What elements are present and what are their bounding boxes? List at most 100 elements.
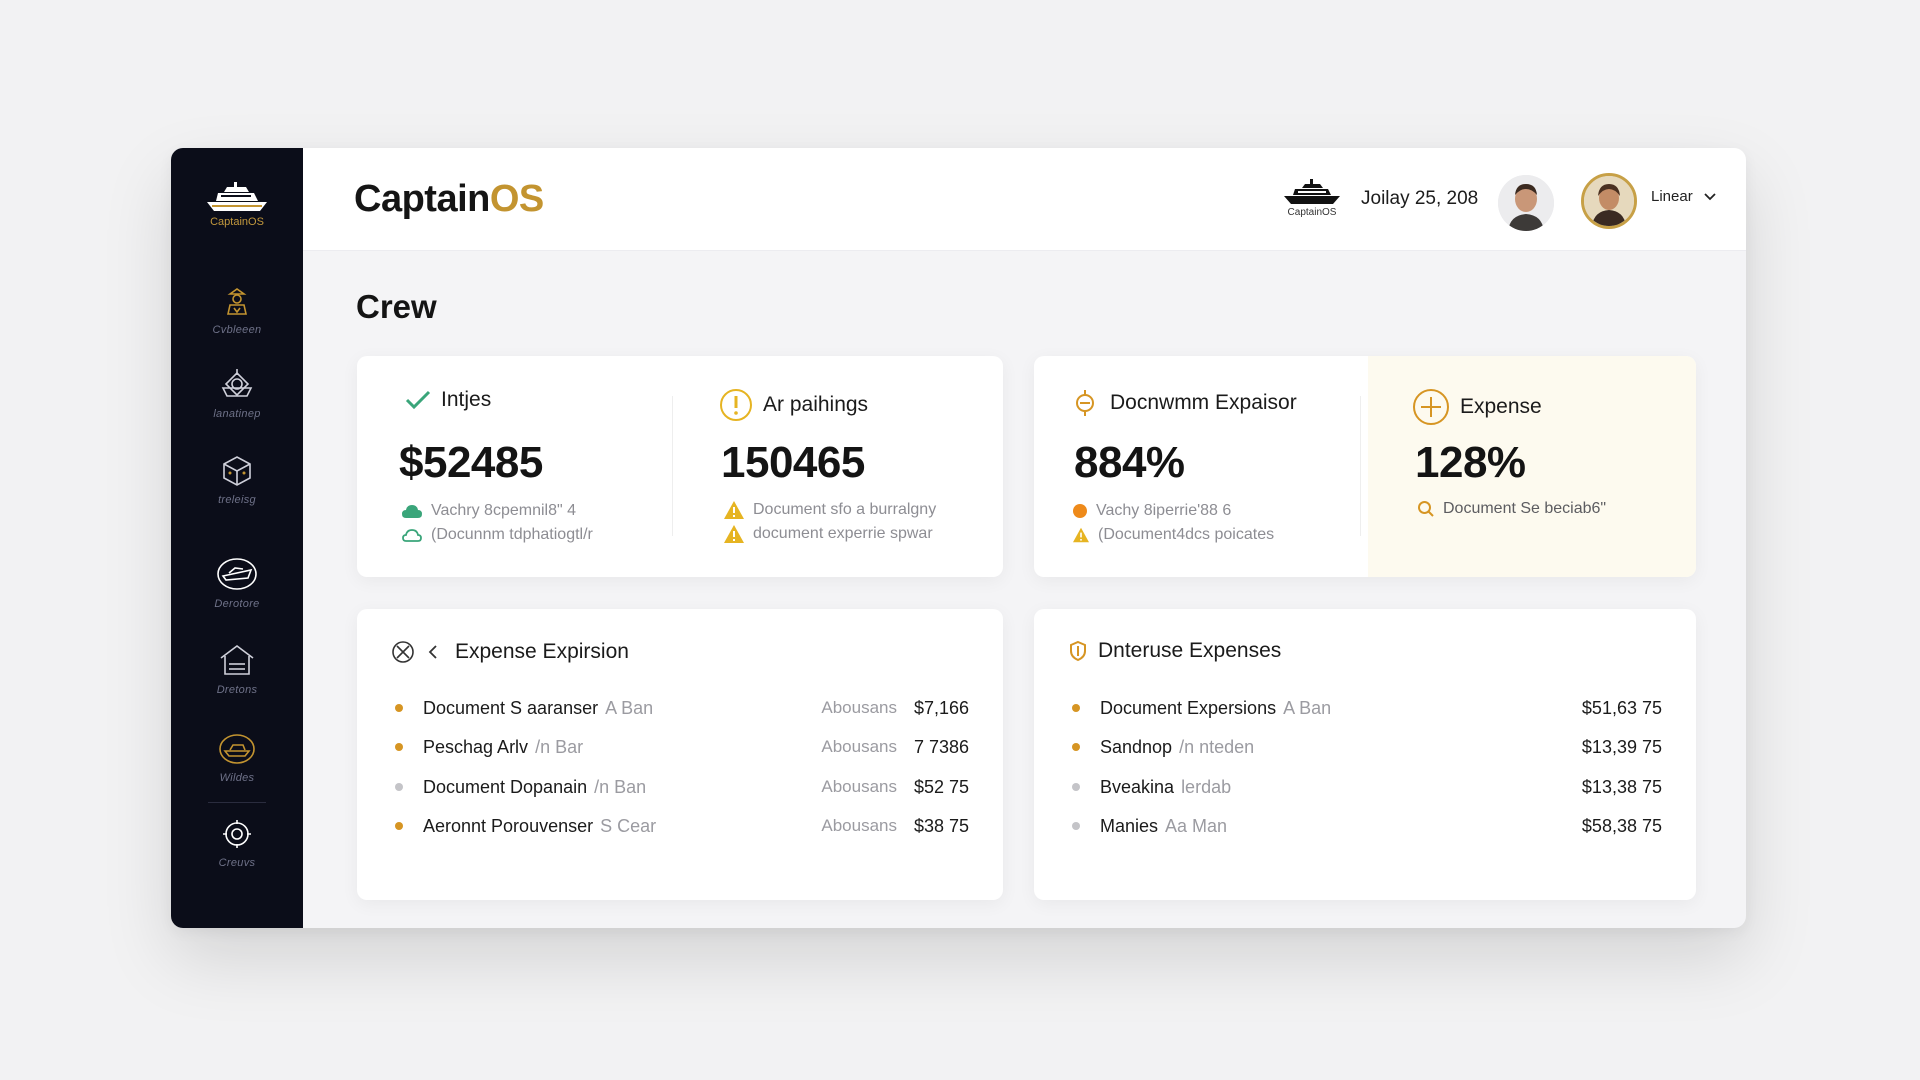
cargo-crate-icon — [223, 456, 251, 486]
item-tag: A Ban — [605, 697, 654, 718]
chevron-left-icon[interactable] — [427, 644, 439, 660]
item-tag: /n Ban — [594, 776, 647, 797]
sidebar-item-label: Dretons — [216, 684, 258, 696]
stat-subtext: Document sfo a burralgny — [723, 500, 936, 520]
user-name: Linear — [1651, 188, 1693, 205]
brand-title-part2: OS — [489, 178, 544, 220]
item-amount: $38 75 — [913, 815, 969, 836]
stat-title: Ar paihings — [763, 393, 869, 416]
item-name: Aeronnt Porouvenser — [423, 815, 594, 836]
status-dot-icon — [1072, 783, 1080, 791]
item-amount: $7,166 — [913, 697, 969, 718]
header-logo[interactable]: CaptainOS — [1282, 178, 1342, 218]
sidebar-item-label: treleisg — [218, 494, 256, 506]
header-logo-text: CaptainOS — [1287, 207, 1337, 218]
ship-logo-icon — [207, 182, 267, 211]
sidebar-item-label: Cvbleeen — [212, 324, 262, 336]
sidebar-item-3[interactable]: treleisg — [218, 452, 256, 506]
stat-value: $52485 — [399, 438, 543, 487]
list-item[interactable]: Document Expersions A Ban $51,63 75 — [1072, 693, 1662, 723]
status-dot-icon — [1073, 504, 1087, 518]
status-dot-icon — [395, 743, 403, 751]
warning-icon — [1073, 527, 1089, 543]
item-name: Document S aaranser — [423, 697, 599, 718]
brand-title-part1: Captain — [354, 178, 490, 220]
user-menu[interactable]: Linear — [1651, 188, 1717, 205]
list-item[interactable]: Document Dopanain/n Ban Abousans $52 75 — [395, 772, 969, 802]
ship-logo-icon — [1284, 179, 1340, 204]
status-dot-icon — [1072, 822, 1080, 830]
ship-helm-icon — [221, 369, 253, 397]
sidebar-item-7[interactable]: Creuvs — [219, 817, 256, 869]
item-amount: $13,38 75 — [1581, 776, 1662, 797]
sidebar-item-label: lanatinep — [213, 408, 261, 420]
sidebar-item-1[interactable]: Cvbleeen — [213, 284, 262, 336]
stat-subtext: Vachy 8iperrie'88 6 — [1072, 502, 1231, 520]
stat-subtext-line: Document Se beciab6" — [1443, 500, 1607, 517]
list-item[interactable]: Aeronnt Porouvenser S Cear Abousans $38 75 — [395, 811, 969, 841]
sidebar: CaptainOS Cvbleeen lanatinep treleisg De… — [171, 148, 303, 928]
card-title: Expense Expirsion — [455, 640, 629, 663]
stat-divider — [672, 396, 673, 536]
stat-subtext: Document Se beciab6" — [1417, 500, 1606, 518]
compass-icon — [392, 641, 414, 663]
item-amount: 7 7386 — [913, 736, 969, 757]
stat-header: Ar paihings — [719, 388, 868, 422]
chevron-down-icon — [1704, 192, 1716, 200]
item-amount: $52 75 — [913, 776, 969, 797]
document-expiry-icon — [1076, 390, 1094, 416]
expense-expirsion-card: Expense Expirsion Document S aaranser A B… — [357, 609, 1003, 900]
sidebar-item-label: Wildes — [219, 772, 255, 784]
list-item[interactable]: Bveakina lerdab $13,38 75 — [1072, 772, 1662, 802]
avatar[interactable] — [1498, 175, 1554, 231]
yacht-icon — [219, 734, 255, 764]
list-item[interactable]: Manies Aa Man $58,38 75 — [1072, 811, 1662, 841]
item-tag: /n Bar — [535, 736, 584, 757]
card-header: Expense Expirsion — [391, 639, 629, 665]
dnteruse-expenses-card: Dnteruse Expenses Document Expersions A B… — [1034, 609, 1696, 900]
status-dot-icon — [1072, 704, 1080, 712]
current-date: Joilay 25, 208 — [1361, 188, 1479, 209]
item-name: Document Dopanain — [423, 776, 588, 797]
item-tag: A Ban — [1283, 697, 1332, 718]
user-avatar-icon — [1498, 175, 1554, 231]
sidebar-item-5[interactable]: Dretons — [217, 642, 258, 696]
stat-header: Docnwmm Expaisor — [1070, 388, 1297, 418]
list-item[interactable]: Peschag Arlv/n Bar Abousans 7 7386 — [395, 732, 969, 762]
status-dot-icon — [395, 704, 403, 712]
sidebar-item-2[interactable]: lanatinep — [213, 366, 260, 420]
status-dot-icon — [395, 822, 403, 830]
stat-subtext-line: (Docunnm tdphatiogtl/r — [431, 526, 593, 543]
sidebar-item-4[interactable]: Derotore — [214, 556, 259, 610]
item-amount: $51,63 75 — [1581, 697, 1662, 718]
item-tag: S Cear — [600, 815, 657, 836]
user-avatar[interactable] — [1581, 173, 1637, 229]
top-bar: CaptainOS CaptainOS Joilay 25, 208 Linea… — [303, 148, 1746, 250]
item-tag: /n nteden — [1179, 736, 1255, 757]
item-owner: Abousans — [821, 698, 897, 717]
stat-subtext: Vachry 8cpemnil8" 4 — [401, 502, 576, 520]
search-icon — [1418, 501, 1434, 517]
main-content: CaptainOS CaptainOS Joilay 25, 208 Linea… — [303, 148, 1746, 928]
page-title: Crew — [356, 288, 437, 325]
sidebar-item-6[interactable]: Wildes — [217, 732, 257, 784]
item-amount: $13,39 75 — [1581, 736, 1662, 757]
list-item[interactable]: Document S aaranser A Ban Abousans $7,166 — [395, 693, 969, 723]
item-name: Sandnop — [1100, 736, 1173, 757]
plus-circle-icon — [1413, 389, 1449, 425]
item-name: Document Expersions — [1100, 697, 1277, 718]
alert-circle-icon — [720, 389, 752, 421]
card-title: Dnteruse Expenses — [1098, 639, 1282, 662]
stat-subtext: (Docunnm tdphatiogtl/r — [401, 526, 593, 544]
item-name: Manies — [1100, 815, 1159, 836]
list-item[interactable]: Sandnop/n nteden $13,39 75 — [1072, 732, 1662, 762]
stat-divider — [1360, 396, 1361, 536]
item-name: Peschag Arlv — [423, 736, 529, 757]
sidebar-logo[interactable]: CaptainOS — [204, 180, 270, 228]
status-dot-icon — [1072, 743, 1080, 751]
item-tag: lerdab — [1181, 776, 1232, 797]
cloud-outline-icon — [402, 529, 422, 542]
captain-figure-icon — [226, 288, 247, 315]
stat-subtext: document experrie spwar — [723, 524, 933, 544]
stat-value: 128% — [1415, 438, 1526, 487]
